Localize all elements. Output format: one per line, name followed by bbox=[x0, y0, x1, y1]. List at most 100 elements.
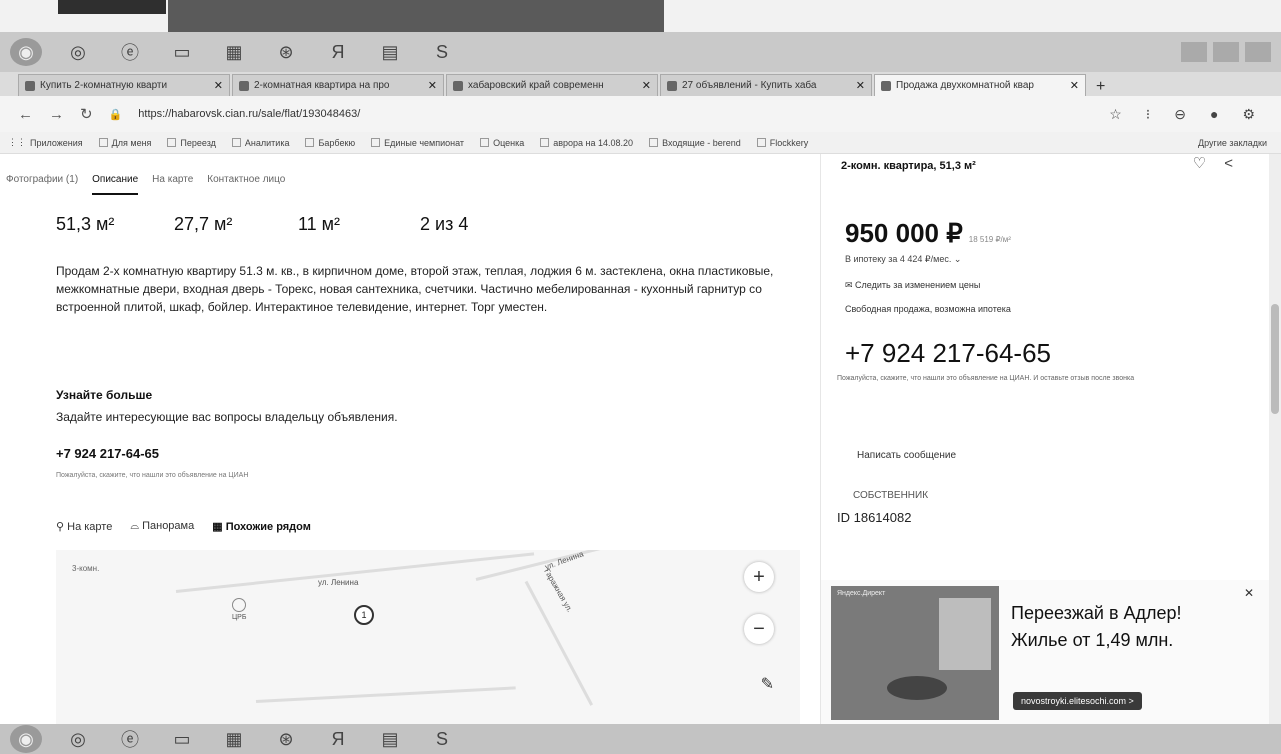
new-tab-button[interactable]: + bbox=[1096, 78, 1105, 96]
browser-tab[interactable]: хабаровский край современн ✕ bbox=[446, 74, 658, 96]
map-marker[interactable]: 1 bbox=[354, 605, 374, 625]
tab-description[interactable]: Описание bbox=[92, 174, 139, 195]
bookmark-item[interactable]: Flockkery bbox=[756, 138, 808, 148]
folder-icon bbox=[98, 138, 108, 147]
bookmark-label: Барбекю bbox=[318, 137, 356, 148]
maximize-icon[interactable] bbox=[1213, 42, 1239, 62]
browser-tab[interactable]: 2-комнатная квартира на про ✕ bbox=[232, 74, 444, 96]
seller-phone[interactable]: +7 924 217-64-65 bbox=[845, 338, 1051, 369]
bookmark-label: Аналитика bbox=[244, 137, 290, 148]
other-bookmarks[interactable]: Другие закладки bbox=[1198, 138, 1281, 148]
ie-icon[interactable]: ⓔ bbox=[114, 38, 146, 66]
close-icon[interactable] bbox=[1245, 42, 1271, 62]
mortgage-link[interactable]: В ипотеку за 4 424 ₽/мес. ⌄ bbox=[845, 254, 961, 265]
bookmark-item[interactable]: Оценка bbox=[480, 138, 524, 148]
scrollbar[interactable] bbox=[1269, 154, 1281, 724]
browser-tab-active[interactable]: Продажа двухкомнатной квар ✕ bbox=[874, 74, 1086, 96]
chrome-icon[interactable]: ◎ bbox=[62, 725, 94, 753]
tab-close-icon[interactable]: ✕ bbox=[856, 79, 865, 92]
minimize-icon[interactable] bbox=[1181, 42, 1207, 62]
favorite-icon[interactable]: ♡ bbox=[1193, 155, 1224, 172]
map-link-label: Панорама bbox=[142, 520, 195, 532]
map-link-label: Похожие рядом bbox=[225, 521, 311, 533]
forward-icon[interactable]: → bbox=[49, 106, 64, 123]
ad-image[interactable]: Яндекс.Директ bbox=[831, 586, 999, 720]
settings-icon[interactable]: ⚙ bbox=[1242, 106, 1255, 123]
star-icon[interactable]: ☆ bbox=[1109, 106, 1122, 123]
write-message-button[interactable]: Написать сообщение bbox=[857, 450, 956, 461]
tab-title: 27 объявлений - Купить хаба bbox=[682, 80, 817, 91]
tab-on-map[interactable]: На карте bbox=[152, 174, 193, 195]
bookmark-item[interactable]: Единые чемпионат bbox=[371, 138, 464, 148]
ad-banner[interactable]: Яндекс.Директ Переезжай в Адлер! Жилье о… bbox=[821, 580, 1281, 724]
skype-icon[interactable]: S bbox=[426, 725, 458, 753]
calculator-icon[interactable]: ▦ bbox=[218, 725, 250, 753]
scrollbar-thumb[interactable] bbox=[1271, 304, 1279, 414]
profile-icon[interactable]: ● bbox=[1210, 106, 1218, 123]
tab-contact[interactable]: Контактное лицо bbox=[207, 174, 285, 195]
tab-close-icon[interactable]: ✕ bbox=[214, 79, 223, 92]
pin-icon: ⚲ bbox=[56, 521, 68, 533]
bookmark-item[interactable]: Для меня bbox=[98, 138, 151, 148]
map-link-nearby[interactable]: ▦ Похожие рядом bbox=[212, 520, 311, 533]
map-link-on-map[interactable]: ⚲ На карте bbox=[56, 520, 112, 533]
bookmark-item[interactable]: аврора на 14.08.20 bbox=[540, 138, 633, 148]
map-link-panorama[interactable]: ⌓ Панорама bbox=[130, 520, 194, 533]
tab-close-icon[interactable]: ✕ bbox=[1070, 79, 1079, 92]
bookmark-item[interactable]: Входящие - berend bbox=[649, 138, 741, 148]
map-view[interactable]: 3-комн. ул. Ленина ул. Ленина Гаражная у… bbox=[56, 550, 800, 724]
start-icon[interactable]: ◉ bbox=[10, 38, 42, 66]
browser-tab[interactable]: Купить 2-комнатную кварти ✕ bbox=[18, 74, 230, 96]
share-icon[interactable]: < bbox=[1224, 155, 1251, 172]
ad-close-icon[interactable]: ✕ bbox=[1244, 586, 1254, 600]
tab-close-icon[interactable]: ✕ bbox=[428, 79, 437, 92]
url-field[interactable]: https://habarovsk.cian.ru/sale/flat/1930… bbox=[138, 108, 360, 120]
living-area: 27,7 м² bbox=[174, 214, 233, 234]
follow-price-link[interactable]: ✉ Следить за изменением цены bbox=[845, 280, 980, 291]
account-icon[interactable]: ⊖ bbox=[1174, 106, 1186, 123]
ad-image-window bbox=[939, 598, 991, 670]
ruler-icon[interactable]: ✎ bbox=[761, 674, 774, 694]
poi-hospital[interactable]: ЦРБ bbox=[232, 598, 246, 621]
hospital-icon bbox=[232, 598, 247, 612]
listing-subnav: Фотографии (1) Описание На карте Контакт… bbox=[6, 174, 285, 195]
yandex-icon[interactable]: Я bbox=[322, 725, 354, 753]
zoom-in-button[interactable]: + bbox=[744, 562, 774, 592]
lock-icon: 🔒 bbox=[108, 108, 123, 121]
phone-note: Пожалуйста, скажите, что нашли это объяв… bbox=[837, 375, 1135, 382]
bookmark-label: аврора на 14.08.20 bbox=[553, 137, 634, 148]
ie-icon[interactable]: ⓔ bbox=[114, 725, 146, 753]
floor-info: 2 из 4 bbox=[420, 214, 469, 234]
zoom-out-button[interactable]: − bbox=[744, 614, 774, 644]
learn-more-subtitle: Задайте интересующие вас вопросы владель… bbox=[56, 410, 398, 424]
reload-icon[interactable]: ↻ bbox=[80, 105, 93, 123]
sidebar-actions: ♡< bbox=[1193, 154, 1251, 172]
address-bar: ← → ↻ 🔒 https://habarovsk.cian.ru/sale/f… bbox=[0, 96, 1281, 132]
browser-tab[interactable]: 27 объявлений - Купить хаба ✕ bbox=[660, 74, 872, 96]
folder-icon[interactable]: ▭ bbox=[166, 725, 198, 753]
page-content: Фотографии (1) Описание На карте Контакт… bbox=[0, 154, 1281, 724]
start-icon[interactable]: ◉ bbox=[10, 725, 42, 753]
calculator-icon[interactable]: ▦ bbox=[218, 38, 250, 66]
chrome-icon[interactable]: ◎ bbox=[62, 38, 94, 66]
ad-image-table bbox=[887, 676, 947, 700]
spreadsheet-icon[interactable]: ▤ bbox=[374, 38, 406, 66]
bookmark-item[interactable]: Аналитика bbox=[231, 137, 290, 148]
bookmark-apps[interactable]: ⋮⋮ Приложения bbox=[8, 137, 83, 148]
ad-link[interactable]: novostroyki.elitesochi.com > bbox=[1013, 692, 1142, 710]
bookmark-item[interactable]: Барбекю bbox=[305, 138, 355, 148]
bookmark-item[interactable]: Переезд bbox=[167, 138, 216, 148]
media-icon[interactable]: ⊛ bbox=[270, 38, 302, 66]
back-icon[interactable]: ← bbox=[18, 106, 33, 123]
spreadsheet-icon[interactable]: ▤ bbox=[374, 725, 406, 753]
folder-icon[interactable]: ▭ bbox=[166, 38, 198, 66]
extension-icon[interactable]: ⁝ bbox=[1146, 106, 1150, 123]
ad-title[interactable]: Переезжай в Адлер! Жилье от 1,49 млн. bbox=[1011, 600, 1182, 654]
media-icon[interactable]: ⊛ bbox=[270, 725, 302, 753]
tab-photos[interactable]: Фотографии (1) bbox=[6, 174, 78, 195]
owner-phone[interactable]: +7 924 217-64-65 bbox=[56, 446, 159, 461]
tab-close-icon[interactable]: ✕ bbox=[642, 79, 651, 92]
yandex-icon[interactable]: Я bbox=[322, 38, 354, 66]
sale-type: Свободная продажа, возможна ипотека bbox=[845, 304, 1011, 314]
skype-icon[interactable]: S bbox=[426, 38, 458, 66]
